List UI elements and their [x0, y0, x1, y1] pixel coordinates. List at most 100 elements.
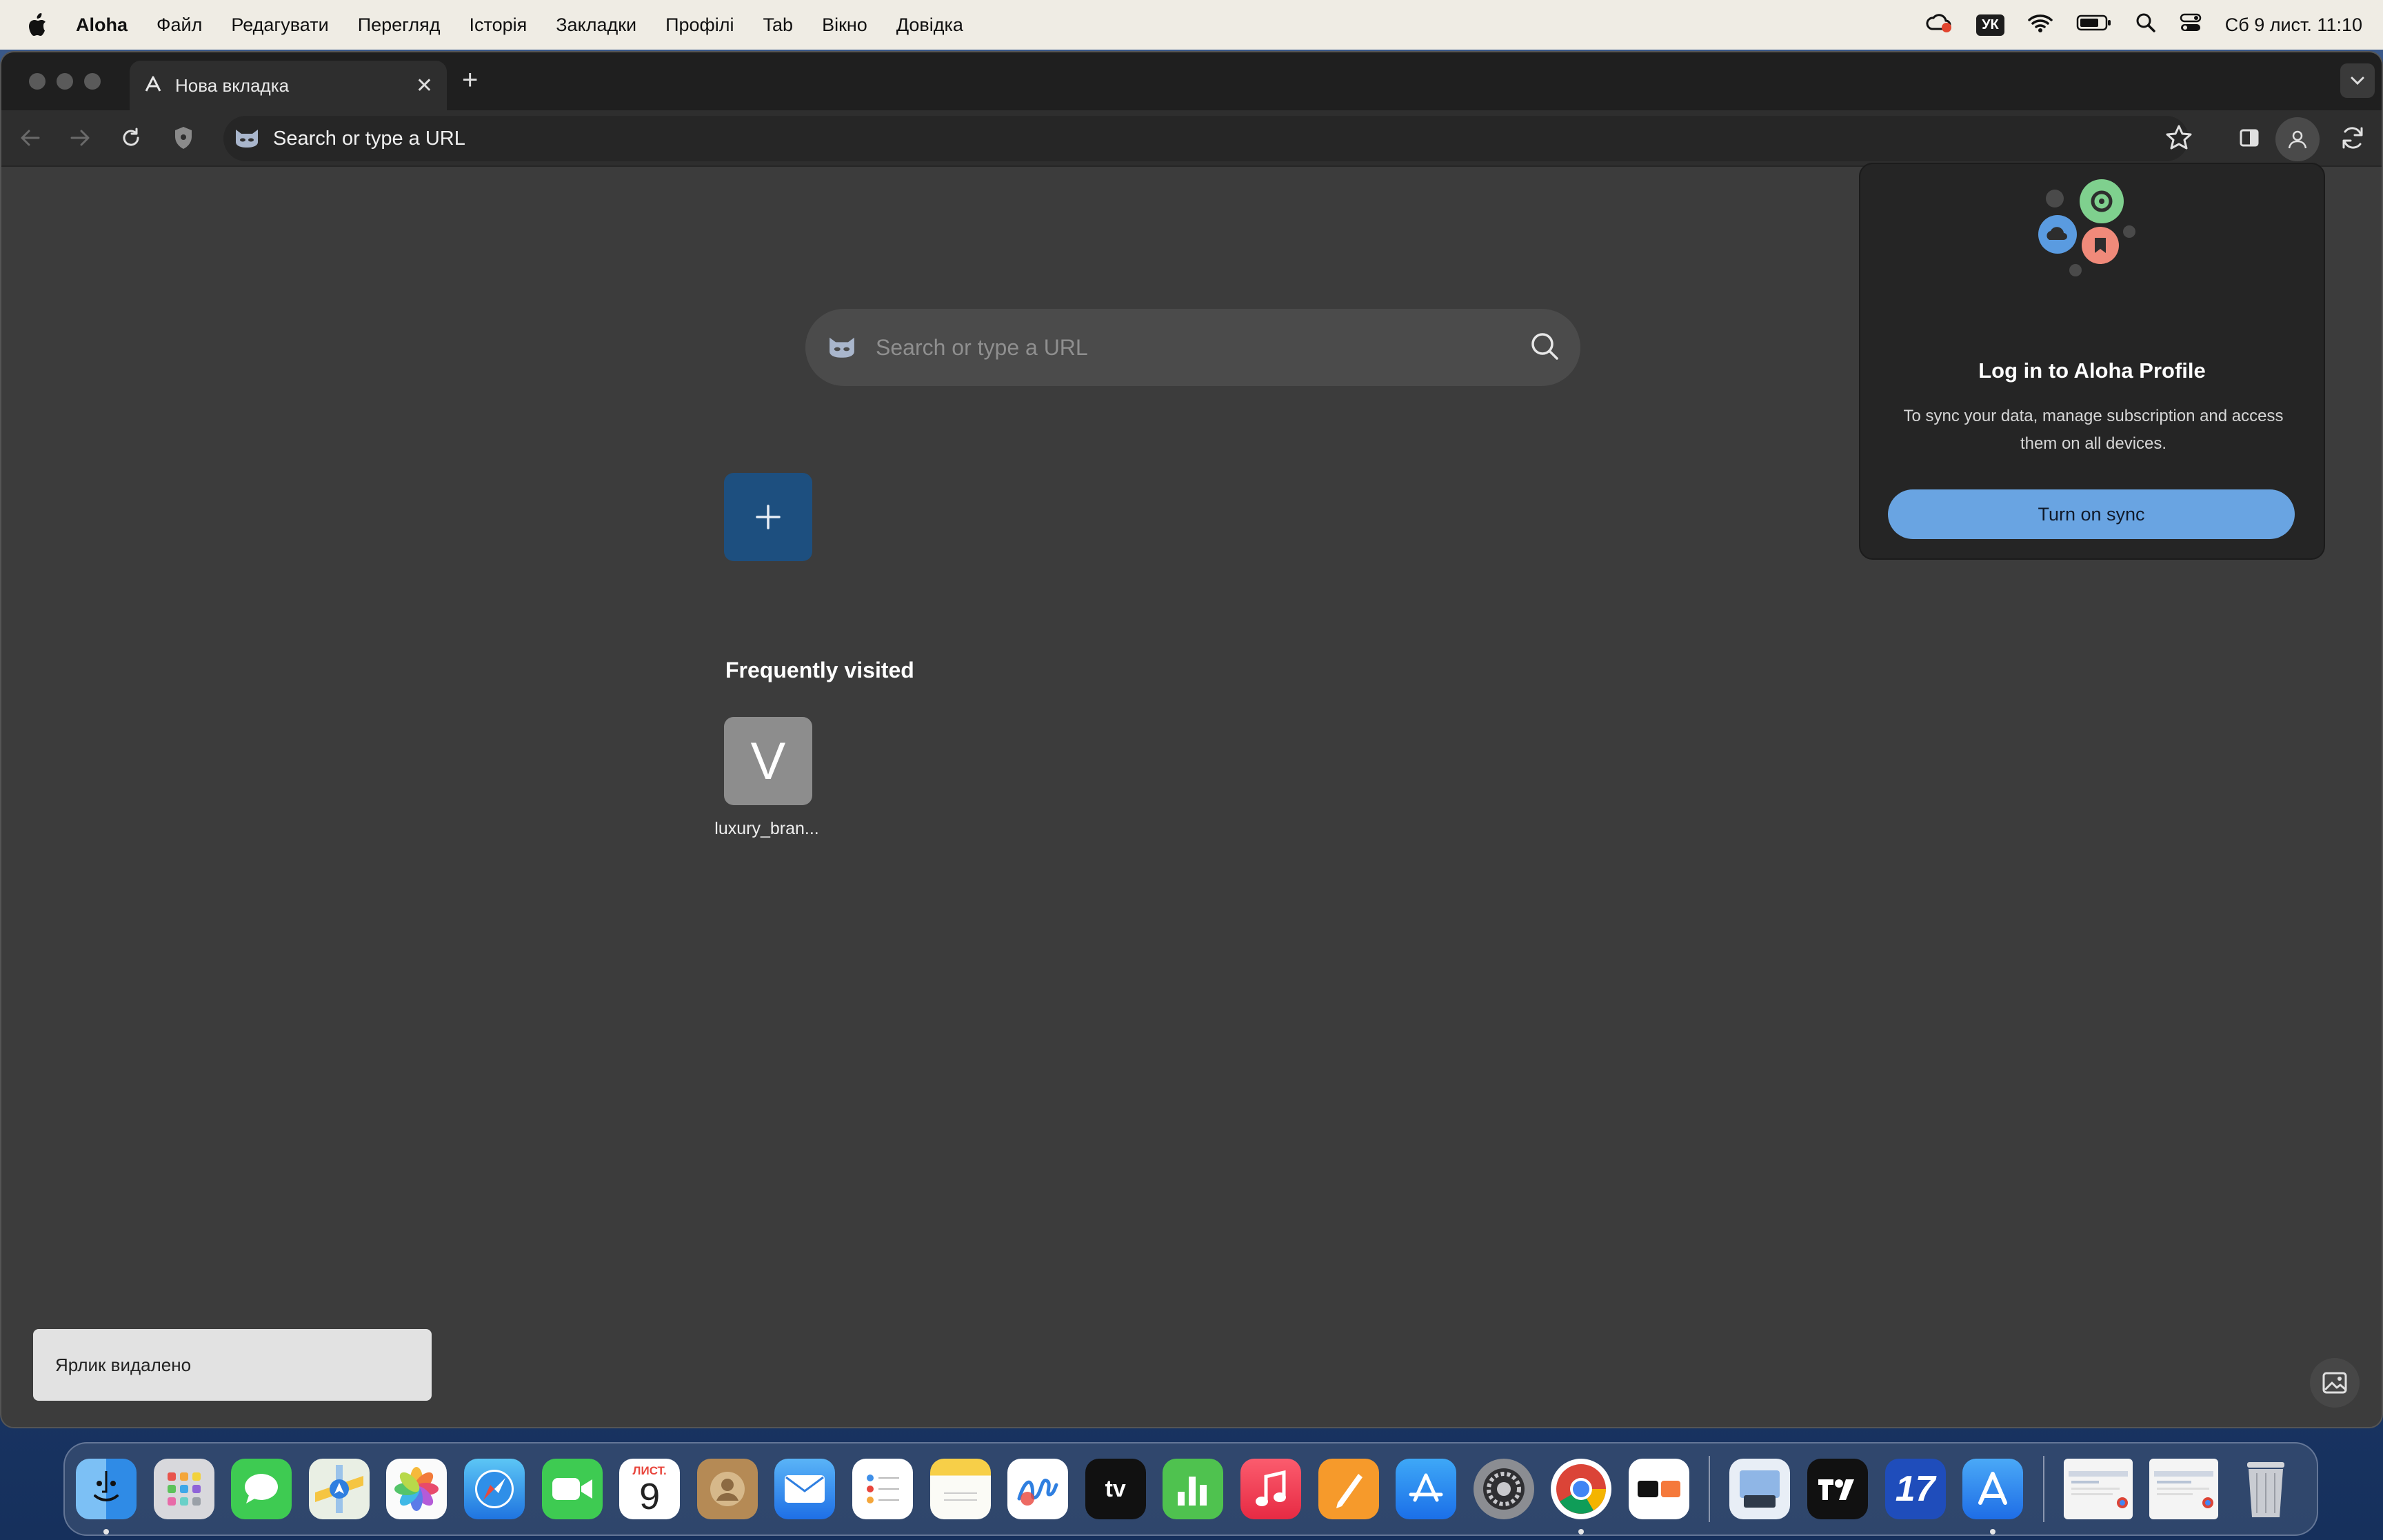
chevron-down-icon: [2351, 77, 2364, 85]
facetime-icon[interactable]: [541, 1459, 603, 1519]
apple-tv-label: tv: [1105, 1475, 1126, 1502]
frequently-visited-heading: Frequently visited: [725, 658, 914, 682]
sync-icon[interactable]: [2339, 124, 2366, 152]
minimized-window-thumbnail[interactable]: [2063, 1459, 2133, 1519]
window-zoom-button[interactable]: [84, 73, 101, 90]
chrome-icon[interactable]: [1551, 1459, 1612, 1534]
toolbar: Search or type a URL: [1, 110, 2382, 167]
window-close-button[interactable]: [29, 73, 46, 90]
image-icon: [2322, 1372, 2347, 1394]
system-settings-icon[interactable]: [1473, 1459, 1534, 1519]
tab-search-button[interactable]: [2340, 63, 2375, 98]
aloha-profile-popup: Log in to Aloha Profile To sync your dat…: [1859, 163, 2325, 560]
battery-icon[interactable]: [2076, 14, 2112, 37]
forward-arrow-icon[interactable]: [66, 124, 94, 152]
numbers-icon[interactable]: [1163, 1459, 1224, 1519]
running-indicator: [1990, 1529, 1996, 1534]
wifi-icon[interactable]: [2027, 13, 2053, 37]
plus-icon: [756, 505, 781, 529]
address-bar[interactable]: Search or type a URL: [223, 116, 2189, 161]
launchpad-icon[interactable]: [153, 1459, 214, 1519]
side-panel-icon[interactable]: [2235, 124, 2263, 152]
new-tab-button[interactable]: +: [462, 65, 478, 96]
tab-title: Нова вкладка: [175, 74, 290, 96]
menu-window[interactable]: Вікно: [822, 14, 867, 36]
aloha-mask-icon: [233, 125, 261, 152]
menu-profiles[interactable]: Профілі: [665, 14, 734, 36]
shield-icon[interactable]: [170, 124, 197, 152]
tradingview-icon[interactable]: [1807, 1459, 1869, 1519]
keyboard-layout-indicator[interactable]: УК: [1976, 14, 2004, 36]
minimized-window-thumbnail[interactable]: [2149, 1459, 2219, 1519]
app-store-icon[interactable]: [1396, 1459, 1457, 1519]
reminders-icon[interactable]: [852, 1459, 913, 1519]
control-center-icon[interactable]: [2180, 12, 2202, 38]
menu-app-name[interactable]: Aloha: [76, 14, 128, 36]
apple-tv-icon[interactable]: tv: [1085, 1459, 1146, 1519]
contacts-icon[interactable]: [696, 1459, 758, 1519]
popup-title: Log in to Aloha Profile: [1978, 358, 2206, 383]
search-icon[interactable]: [1529, 331, 1560, 365]
apple-icon[interactable]: [25, 13, 52, 37]
goit-app-icon[interactable]: [1628, 1459, 1689, 1519]
notes-icon[interactable]: [929, 1459, 991, 1519]
music-icon[interactable]: [1240, 1459, 1301, 1519]
turn-on-sync-button[interactable]: Turn on sync: [1888, 489, 2295, 539]
spotlight-search-icon[interactable]: [2135, 12, 2156, 38]
photos-icon[interactable]: [386, 1459, 448, 1519]
aloha-favicon-icon: [143, 74, 163, 97]
running-indicator: [1578, 1529, 1585, 1534]
menu-bar: Aloha Файл Редагувати Перегляд Історія З…: [0, 0, 2383, 50]
back-arrow-icon[interactable]: [17, 124, 44, 152]
frequently-visited-tile-label[interactable]: luxury_bran...: [698, 819, 836, 839]
pages-icon[interactable]: [1318, 1459, 1379, 1519]
maps-icon[interactable]: [308, 1459, 370, 1519]
tab-strip: Нова вкладка ✕ +: [1, 52, 2382, 110]
aloha-services-illustration-icon: [2038, 179, 2135, 276]
new-tab-search-box[interactable]: Search or type a URL: [805, 309, 1580, 386]
tab-close-icon[interactable]: ✕: [416, 74, 433, 98]
menu-file[interactable]: Файл: [157, 14, 202, 36]
add-shortcut-button[interactable]: [724, 473, 812, 561]
calendar-icon[interactable]: ЛИСТ. 9: [619, 1459, 681, 1519]
xcode-app-store-icon[interactable]: [1962, 1459, 2024, 1534]
dock: ЛИСТ. 9 tv 17: [63, 1442, 2318, 1536]
menu-tab[interactable]: Tab: [763, 14, 794, 36]
browser-window: Нова вкладка ✕ + Search or type a URL Se…: [0, 51, 2383, 1428]
snackbar-message: Ярлик видалено: [55, 1354, 192, 1375]
popup-description: To sync your data, manage subscription a…: [1903, 407, 2284, 453]
menu-help[interactable]: Довідка: [896, 14, 963, 36]
menu-bookmarks[interactable]: Закладки: [556, 14, 636, 36]
safari-icon[interactable]: [463, 1459, 525, 1519]
person-icon: [2288, 130, 2307, 149]
creative-cloud-icon[interactable]: [1925, 12, 1953, 38]
reload-icon[interactable]: [117, 124, 145, 152]
dock-separator: [1709, 1456, 1711, 1522]
menu-history[interactable]: Історія: [470, 14, 527, 36]
trash-icon[interactable]: [2235, 1459, 2296, 1519]
messages-icon[interactable]: [231, 1459, 292, 1519]
menu-view[interactable]: Перегляд: [358, 14, 441, 36]
calendar-day: 9: [639, 1476, 661, 1517]
preview-icon[interactable]: [1729, 1459, 1791, 1519]
frequently-visited-tile[interactable]: V: [724, 717, 812, 805]
tab-new-tab[interactable]: Нова вкладка ✕: [130, 61, 447, 110]
status-area: УК Сб 9 лист. 11:10: [1925, 0, 2362, 50]
bookmark-star-icon[interactable]: [2165, 124, 2193, 152]
new-tab-search-placeholder: Search or type a URL: [876, 334, 1088, 360]
app-17-icon[interactable]: 17: [1884, 1459, 1946, 1519]
aloha-mask-icon: [826, 333, 858, 363]
mail-icon[interactable]: [774, 1459, 836, 1519]
profile-button[interactable]: [2275, 117, 2320, 161]
address-bar-placeholder: Search or type a URL: [273, 127, 465, 150]
dock-separator: [2042, 1456, 2044, 1522]
finder-icon[interactable]: [76, 1459, 137, 1534]
app-17-label: 17: [1895, 1469, 1935, 1509]
freeform-icon[interactable]: [1007, 1459, 1069, 1519]
menu-edit[interactable]: Редагувати: [231, 14, 328, 36]
window-minimize-button[interactable]: [57, 73, 73, 90]
customize-background-button[interactable]: [2310, 1358, 2360, 1408]
shortcut-removed-snackbar: Ярлик видалено: [33, 1329, 432, 1401]
menubar-clock[interactable]: Сб 9 лист. 11:10: [2225, 14, 2362, 36]
running-indicator: [103, 1529, 109, 1534]
